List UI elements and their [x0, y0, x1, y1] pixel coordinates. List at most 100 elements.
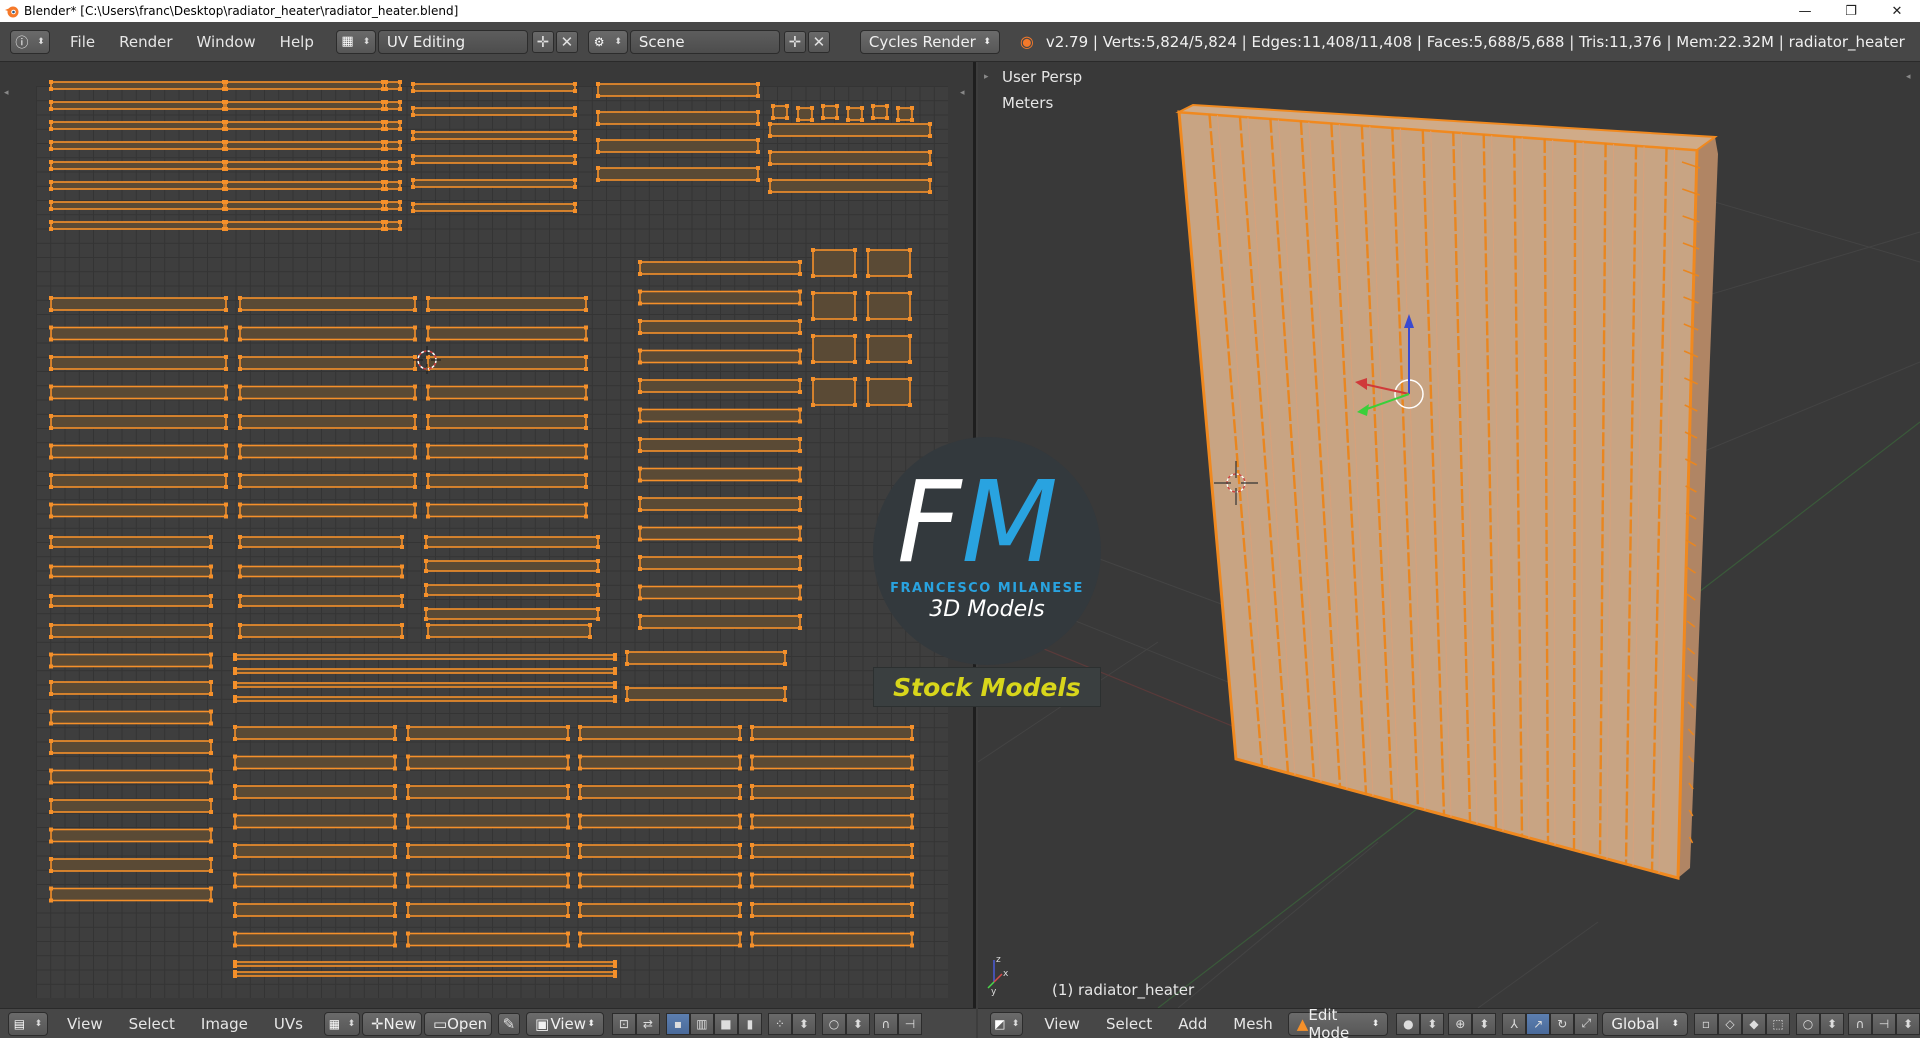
uv-island[interactable] [407, 785, 569, 799]
uv-island[interactable] [234, 971, 616, 977]
delete-scene-button[interactable]: ✕ [807, 30, 830, 53]
uv-island[interactable] [597, 139, 759, 153]
uv-island[interactable] [412, 83, 576, 92]
menu-file[interactable]: File [58, 33, 107, 51]
proportional-edit[interactable]: ○ ⬍ [1796, 1012, 1844, 1035]
uv-island[interactable] [239, 595, 403, 607]
uv-island[interactable] [639, 615, 801, 629]
uv-island[interactable] [412, 179, 576, 188]
uv-island[interactable] [225, 161, 384, 170]
uv-island[interactable] [425, 608, 599, 620]
snap-target-icon[interactable]: ⊣ [897, 1012, 922, 1035]
uv-island[interactable] [239, 503, 416, 518]
render-engine-dropdown[interactable]: Cycles Render ⬍ [859, 29, 1000, 54]
uv-island[interactable] [797, 107, 813, 121]
uv-island[interactable] [639, 349, 801, 364]
close-window-button[interactable]: ✕ [1874, 0, 1920, 22]
uv-island[interactable] [239, 385, 416, 400]
uv-menu-uvs[interactable]: UVs [261, 1015, 316, 1033]
uv-island[interactable] [234, 654, 616, 660]
uv-island[interactable] [225, 201, 384, 210]
chevron-updown-icon[interactable]: ⬍ [791, 1012, 816, 1035]
uv-island[interactable] [50, 858, 212, 872]
uv-island[interactable] [751, 755, 913, 770]
uv-island[interactable] [412, 155, 576, 164]
manipulator-toggle-icon[interactable]: ⅄ [1502, 1012, 1527, 1035]
uv-select-mode[interactable]: ▪ ▥ ■ ▮ [665, 1012, 762, 1035]
limit-selection-icon[interactable]: ⬚ [1766, 1012, 1790, 1035]
uv-island[interactable] [412, 203, 576, 212]
uv-island[interactable] [234, 755, 396, 770]
uv-island[interactable] [427, 503, 587, 518]
chevron-updown-icon[interactable]: ⬍ [1420, 1012, 1445, 1035]
uv-island[interactable] [50, 385, 227, 400]
uv-island[interactable] [407, 873, 569, 888]
uv-island[interactable] [769, 123, 931, 137]
uv-island[interactable] [751, 903, 913, 917]
uv-island[interactable] [427, 326, 587, 341]
uv-island[interactable] [427, 415, 587, 429]
uv-island[interactable] [385, 221, 401, 230]
uv-island[interactable] [239, 624, 403, 638]
uv-island[interactable] [50, 887, 212, 902]
uv-island[interactable] [872, 105, 888, 119]
uv-island[interactable] [867, 249, 911, 277]
menu-render[interactable]: Render [107, 33, 184, 51]
uv-island[interactable] [234, 961, 616, 967]
vp-menu-mesh[interactable]: Mesh [1220, 1015, 1286, 1033]
face-select-icon[interactable]: ■ [713, 1012, 738, 1035]
uv-island[interactable] [234, 844, 396, 858]
restore-button[interactable]: ❐ [1828, 0, 1874, 22]
delete-layout-button[interactable]: ✕ [555, 30, 578, 53]
uv-island[interactable] [225, 121, 384, 130]
uv-island[interactable] [407, 814, 569, 829]
snap-target-icon[interactable]: ⊣ [1872, 1012, 1896, 1035]
uv-island[interactable] [50, 536, 212, 548]
uv-island[interactable] [50, 828, 212, 843]
uv-island[interactable] [407, 726, 569, 740]
uv-island[interactable] [639, 320, 801, 334]
pivot-buttons[interactable]: ⊡ ⇄ [611, 1012, 660, 1035]
uv-island[interactable] [412, 131, 576, 140]
uv-island[interactable] [751, 726, 913, 740]
vp-menu-add[interactable]: Add [1165, 1015, 1220, 1033]
uv-island[interactable] [50, 101, 225, 110]
uv-island[interactable] [639, 467, 801, 482]
uv-island[interactable] [234, 932, 396, 947]
uv-island[interactable] [50, 799, 212, 813]
proportional-icon[interactable]: ○ [1796, 1012, 1820, 1035]
minimize-button[interactable]: — [1782, 0, 1828, 22]
uv-island[interactable] [639, 556, 801, 570]
uv-island[interactable] [50, 161, 225, 170]
uv-island[interactable] [385, 181, 401, 190]
uv-island[interactable] [867, 335, 911, 363]
uv-island[interactable] [812, 249, 856, 277]
uv-island[interactable] [579, 785, 741, 799]
rotate-icon[interactable]: ↻ [1550, 1012, 1575, 1035]
uv-island[interactable] [626, 687, 786, 701]
uv-island[interactable] [50, 201, 225, 210]
uv-island[interactable] [626, 651, 786, 665]
menu-window[interactable]: Window [185, 33, 268, 51]
translate-icon[interactable]: ↗ [1526, 1012, 1551, 1035]
magnet-icon[interactable]: ∩ [873, 1012, 898, 1035]
add-scene-button[interactable]: ✛ [783, 30, 806, 53]
uv-image-editor[interactable]: ◂ ◂ [0, 62, 976, 1008]
uv-island[interactable] [639, 585, 801, 600]
uv-island[interactable] [50, 81, 225, 90]
face-select-icon[interactable]: ◆ [1742, 1012, 1766, 1035]
uv-island[interactable] [427, 624, 591, 638]
uv-island[interactable] [234, 726, 396, 740]
chevron-updown-icon[interactable]: ⬍ [1472, 1012, 1497, 1035]
uv-island[interactable] [50, 474, 227, 488]
uv-island[interactable] [751, 785, 913, 799]
uv-island[interactable] [639, 261, 801, 275]
screen-layout-field[interactable]: UV Editing [377, 29, 528, 54]
uv-island[interactable] [407, 755, 569, 770]
pivot-dropdown[interactable]: ⊕ ⬍ [1448, 1012, 1497, 1035]
sticky-select[interactable]: ⁘ ⬍ [767, 1012, 816, 1035]
uv-island[interactable] [385, 201, 401, 210]
uv-island[interactable] [639, 526, 801, 541]
uv-island[interactable] [225, 181, 384, 190]
vertex-select-icon[interactable]: ▪ [665, 1012, 690, 1035]
